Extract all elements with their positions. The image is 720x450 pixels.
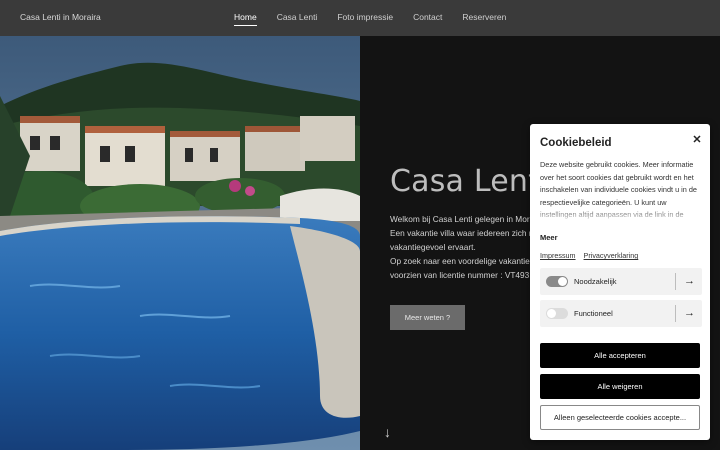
more-heading: Meer <box>540 233 558 242</box>
nav-item-contact[interactable]: Contact <box>413 12 442 26</box>
impressum-link[interactable]: Impressum <box>540 251 576 260</box>
main-nav: Home Casa Lenti Foto impressie Contact R… <box>234 12 506 26</box>
close-icon[interactable]: ✕ <box>690 133 704 147</box>
hero-title: Casa Lenti <box>390 164 549 199</box>
divider <box>675 273 676 290</box>
more-info-button[interactable]: Meer weten ? <box>390 305 465 330</box>
hero-line: Op zoek naar een voordelige vakantie <box>390 256 530 266</box>
site-brand[interactable]: Casa Lenti in Moraira <box>20 12 101 22</box>
accept-selected-button[interactable]: Alleen geselecteerde cookies accepte... <box>540 405 700 430</box>
hero-photo <box>0 36 360 450</box>
toggle-knob <box>558 277 567 286</box>
cookie-consent-dialog: Cookiebeleid ✕ Deze website gebruikt coo… <box>530 124 710 440</box>
functional-toggle[interactable] <box>546 308 568 319</box>
category-label: Noodzakelijk <box>574 277 617 286</box>
description-fade <box>540 206 703 224</box>
cookie-links: Impressum Privacyverklaring <box>540 251 638 260</box>
divider <box>675 305 676 322</box>
reject-all-button[interactable]: Alle weigeren <box>540 374 700 399</box>
nav-item-foto-impressie[interactable]: Foto impressie <box>337 12 393 26</box>
category-label: Functioneel <box>574 309 613 318</box>
hero-line: vakantiegevoel ervaart. <box>390 242 476 252</box>
hero-line: voorzien van licentie nummer : VT493 <box>390 270 530 280</box>
necessary-toggle[interactable] <box>546 276 568 287</box>
privacy-link[interactable]: Privacyverklaring <box>584 251 639 260</box>
page: Casa Lenti in Moraira Home Casa Lenti Fo… <box>0 0 720 450</box>
nav-item-reserveren[interactable]: Reserveren <box>462 12 506 26</box>
accept-all-button[interactable]: Alle accepteren <box>540 343 700 368</box>
cookie-dialog-title: Cookiebeleid <box>540 137 612 149</box>
nav-item-casa-lenti[interactable]: Casa Lenti <box>277 12 318 26</box>
hero-line: Welkom bij Casa Lenti gelegen in Moraira <box>390 214 540 224</box>
hero-text: Welkom bij Casa Lenti gelegen in Moraira… <box>390 212 540 282</box>
top-navigation-bar: Casa Lenti in Moraira Home Casa Lenti Fo… <box>0 0 720 36</box>
toggle-knob <box>547 309 556 318</box>
cookie-category-necessary: Noodzakelijk → <box>540 268 702 295</box>
hero-line: Een vakantie villa waar iedereen zich me… <box>390 228 540 238</box>
cookie-category-functional: Functioneel → <box>540 300 702 327</box>
arrow-down-icon[interactable]: ↓ <box>384 425 391 439</box>
arrow-right-icon[interactable]: → <box>684 274 695 288</box>
arrow-right-icon[interactable]: → <box>684 306 695 320</box>
pool-villa-photo <box>0 36 360 450</box>
nav-item-home[interactable]: Home <box>234 12 257 26</box>
